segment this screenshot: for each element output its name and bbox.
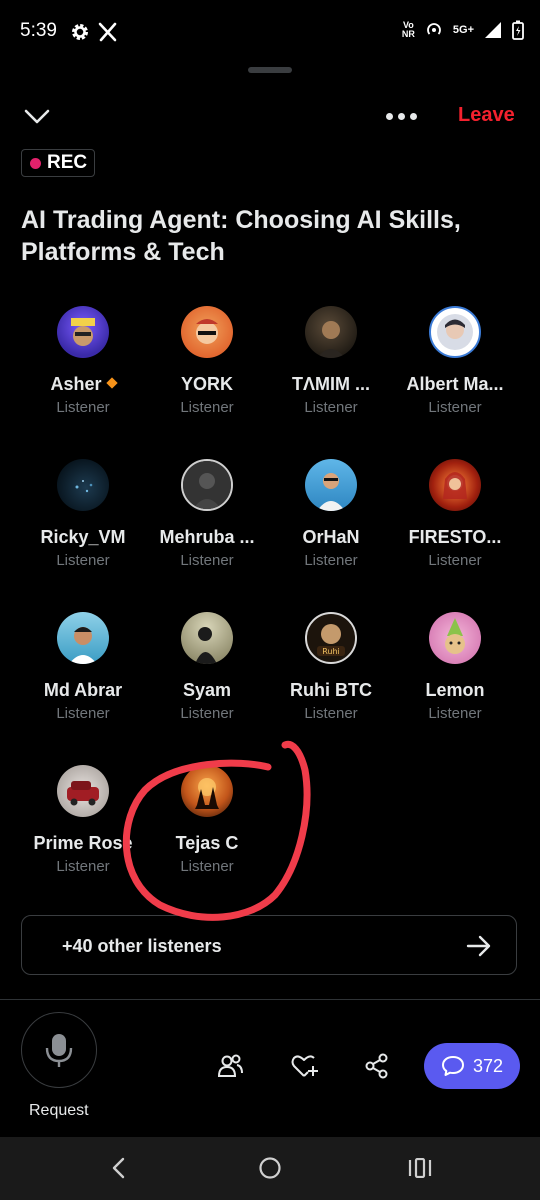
more-dot <box>386 112 393 120</box>
participant-card[interactable]: Ricky_VM Listener <box>21 459 145 569</box>
participant-name: OrHaN <box>302 527 360 547</box>
other-listeners-label: +40 other listeners <box>62 936 222 956</box>
avatar <box>429 459 481 511</box>
participant-role: Listener <box>304 399 358 416</box>
participant-role: Listener <box>428 399 482 416</box>
request-label: Request <box>29 1102 89 1119</box>
avatar <box>305 459 357 511</box>
status-indicators: Vo NR 5G+ <box>402 20 524 40</box>
participant-name: Mehruba ... <box>159 527 255 547</box>
hotspot-icon <box>427 23 441 35</box>
participant-card[interactable]: TΛMIM ... Listener <box>269 306 393 416</box>
avatar <box>181 765 233 817</box>
rec-badge: REC <box>21 149 95 177</box>
participant-role: Listener <box>180 705 234 722</box>
participant-card[interactable]: Albert Ma... Listener <box>393 306 517 416</box>
space-title: AI Trading Agent: Choosing AI Skills, Pl… <box>21 206 461 266</box>
participant-name: Md Abrar <box>43 680 123 700</box>
avatar <box>181 459 233 511</box>
participant-name: Tejas C <box>175 833 239 853</box>
network-type: 5G+ <box>452 23 474 36</box>
participant-name: Ricky_VM <box>40 527 126 547</box>
recording-dot-icon <box>30 157 41 169</box>
chat-count: 372 <box>472 1055 504 1076</box>
participant-card[interactable]: Lemon Listener <box>393 612 517 722</box>
avatar <box>181 306 233 358</box>
signal-icon <box>485 22 501 38</box>
svg-text:Ruhi: Ruhi <box>322 647 340 656</box>
recent-apps-icon[interactable] <box>408 1158 432 1178</box>
other-listeners-button[interactable]: +40 other listeners <box>21 915 517 975</box>
battery-icon <box>512 20 524 40</box>
drag-handle[interactable] <box>248 67 292 73</box>
avatar <box>57 765 109 817</box>
participant-role: Listener <box>180 399 234 416</box>
chat-button[interactable]: 372 <box>424 1043 520 1089</box>
participant-name: Asher <box>21 374 145 395</box>
participant-role: Listener <box>56 858 110 875</box>
avatar <box>305 306 357 358</box>
participant-name: Lemon <box>425 680 485 700</box>
participant-card[interactable]: Tejas C Listener <box>145 765 269 875</box>
participant-role: Listener <box>304 552 358 569</box>
people-icon[interactable] <box>215 1051 245 1081</box>
heart-plus-icon[interactable] <box>289 1051 319 1081</box>
participant-card[interactable]: Mehruba ... Listener <box>145 459 269 569</box>
more-options-button[interactable] <box>386 108 422 124</box>
rec-label: REC <box>47 152 88 173</box>
share-icon[interactable] <box>362 1051 392 1081</box>
microphone-icon <box>45 1034 73 1067</box>
more-dot <box>410 112 417 120</box>
home-icon[interactable] <box>258 1156 282 1180</box>
more-dot <box>398 112 405 120</box>
status-bar: 5:39 Vo NR 5G+ <box>0 0 540 64</box>
participant-card[interactable]: Syam Listener <box>145 612 269 722</box>
request-mic-button[interactable] <box>21 1012 97 1088</box>
participant-card[interactable]: Asher Listener <box>21 306 145 416</box>
minimize-button[interactable] <box>20 103 54 131</box>
participant-name: Prime Rose <box>33 833 133 853</box>
participant-card[interactable]: Prime Rose Listener <box>21 765 145 875</box>
verified-badge-icon <box>105 377 118 389</box>
participant-card[interactable]: YORK Listener <box>145 306 269 416</box>
avatar <box>429 306 481 358</box>
participant-role: Listener <box>180 552 234 569</box>
chat-bubble-icon <box>441 1056 464 1076</box>
participant-name: YORK <box>180 374 233 394</box>
avatar <box>181 612 233 664</box>
participant-card[interactable]: OrHaN Listener <box>269 459 393 569</box>
avatar <box>429 612 481 664</box>
participant-role: Listener <box>304 705 358 722</box>
participant-name: Albert Ma... <box>406 374 504 394</box>
back-icon[interactable] <box>108 1157 130 1179</box>
participant-role: Listener <box>56 705 110 722</box>
participant-name: Ruhi BTC <box>290 680 372 700</box>
participant-name: Syam <box>182 680 232 700</box>
volte-indicator: Vo NR <box>401 20 415 39</box>
participant-role: Listener <box>56 399 110 416</box>
participant-card[interactable]: Md Abrar Listener <box>21 612 145 722</box>
participant-role: Listener <box>428 705 482 722</box>
participant-role: Listener <box>56 552 110 569</box>
participant-card[interactable]: FIRESTO... Listener <box>393 459 517 569</box>
avatar: Ruhi <box>305 612 357 664</box>
participant-role: Listener <box>180 858 234 875</box>
arrow-right-icon <box>466 935 491 957</box>
participant-name: FIRESTO... <box>408 527 502 547</box>
leave-button[interactable]: Leave <box>458 104 515 127</box>
participant-card[interactable]: Ruhi Ruhi BTC Listener <box>269 612 393 722</box>
status-time: 5:39 <box>20 20 57 41</box>
participant-name: TΛMIM ... <box>292 374 370 394</box>
chevron-down-icon <box>24 109 50 124</box>
avatar <box>57 612 109 664</box>
avatar <box>57 459 109 511</box>
participant-role: Listener <box>428 552 482 569</box>
x-logo-icon <box>98 22 117 42</box>
gear-icon <box>72 24 88 40</box>
avatar <box>57 306 109 358</box>
bottom-divider <box>0 999 540 1000</box>
android-nav-bar <box>0 1137 540 1200</box>
